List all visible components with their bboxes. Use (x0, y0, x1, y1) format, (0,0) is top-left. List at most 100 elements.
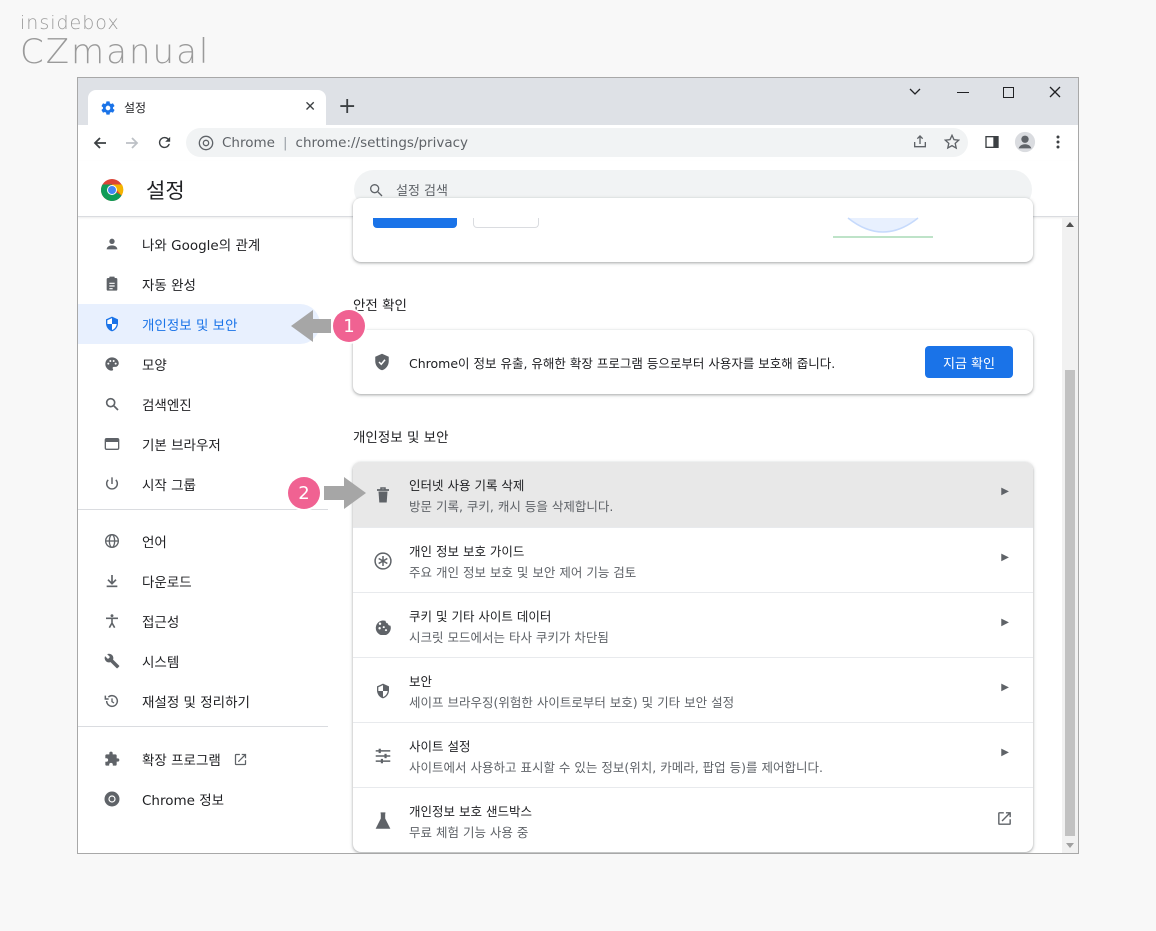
row-title: 보안 (409, 674, 433, 689)
sidebar-item-privacy-security[interactable]: 개인정보 및 보안 (78, 304, 320, 344)
row-subtitle: 방문 기록, 쿠키, 캐시 등을 삭제합니다. (409, 499, 614, 514)
watermark-line2: CZmanual (20, 32, 211, 72)
sidebar-item-label: 확장 프로그램 (142, 753, 221, 769)
close-window-icon[interactable] (1049, 86, 1061, 98)
sidebar-item-you-and-google[interactable]: 나와 Google의 관계 (78, 224, 320, 264)
shield-icon (373, 681, 393, 701)
chevron-right-icon: ▶ (1001, 617, 1009, 628)
tab-search-icon[interactable] (909, 88, 921, 96)
sidebar-divider (78, 509, 328, 510)
annotation-badge-2: 2 (288, 477, 320, 509)
open-in-new-icon[interactable] (996, 810, 1013, 827)
privacy-row-cookies[interactable]: 쿠키 및 기타 사이트 데이터 시크릿 모드에서는 타사 쿠키가 차단됨 ▶ (353, 592, 1033, 657)
row-subtitle: 세이프 브라우징(위험한 사이트로부터 보호) 및 기타 보안 설정 (409, 695, 735, 710)
annotation-badge-1: 1 (333, 310, 365, 342)
sidebar-item-label: 언어 (142, 535, 167, 551)
sidebar-item-autofill[interactable]: 자동 완성 (78, 264, 320, 304)
privacy-row-sandbox[interactable]: 개인정보 보호 샌드박스 무료 체험 기능 사용 중 (353, 787, 1033, 852)
download-icon (102, 571, 122, 591)
tab-settings[interactable]: 설정 ✕ (88, 90, 326, 125)
sidebar-item-reset[interactable]: 재설정 및 정리하기 (78, 681, 320, 721)
sidebar-item-accessibility[interactable]: 접근성 (78, 601, 320, 641)
row-title: 인터넷 사용 기록 삭제 (409, 478, 525, 493)
back-icon[interactable] (92, 135, 108, 151)
page-title: 설정 (146, 179, 185, 203)
sidebar-item-extensions[interactable]: 확장 프로그램 (78, 739, 320, 779)
search-placeholder: 설정 검색 (396, 184, 448, 199)
chrome-site-icon (198, 135, 214, 150)
sidebar-item-label: 검색엔진 (142, 398, 192, 414)
row-title: 사이트 설정 (409, 739, 471, 754)
accessibility-icon (102, 611, 122, 631)
chevron-right-icon: ▶ (1001, 747, 1009, 758)
sidebar-item-label: 모양 (142, 358, 167, 374)
tab-close-icon[interactable]: ✕ (304, 99, 316, 115)
sidebar-item-system[interactable]: 시스템 (78, 641, 320, 681)
tune-icon (373, 746, 393, 766)
sidebar-item-label: 재설정 및 정리하기 (142, 695, 250, 711)
search-icon (370, 183, 383, 196)
bookmark-star-icon[interactable] (944, 134, 960, 150)
toolbar: Chrome | chrome://settings/privacy (78, 125, 1078, 161)
sidebar-item-search-engine[interactable]: 검색엔진 (78, 384, 320, 424)
sidebar-item-label: 다운로드 (142, 575, 192, 591)
chrome-logo-icon (101, 179, 124, 201)
safety-check-description: Chrome이 정보 유출, 유해한 확장 프로그램 등으로부터 사용자를 보호… (409, 356, 836, 371)
profile-avatar[interactable] (1014, 131, 1036, 153)
side-panel-icon[interactable] (984, 134, 1000, 150)
privacy-row-privacy-guide[interactable]: 개인 정보 보호 가이드 주요 개인 정보 보호 및 보안 제어 기능 검토 ▶ (353, 527, 1033, 592)
scroll-down-arrow[interactable] (1066, 843, 1074, 848)
sidebar-divider (78, 726, 328, 727)
sidebar-item-on-startup[interactable]: 시작 그룹 (78, 464, 320, 504)
sidebar-item-languages[interactable]: 언어 (78, 521, 320, 561)
sidebar-item-label: Chrome 정보 (142, 793, 225, 809)
cookie-icon (373, 616, 393, 636)
title-bar: 설정 ✕ + (78, 78, 1078, 125)
flask-icon (373, 811, 393, 831)
main-content: 안전 확인 Chrome이 정보 유출, 유해한 확장 프로그램 등으로부터 사… (328, 198, 1062, 853)
sidebar-item-label: 기본 브라우저 (142, 438, 221, 454)
palette-icon (102, 354, 122, 374)
check-now-button[interactable]: 지금 확인 (925, 346, 1013, 378)
privacy-row-security[interactable]: 보안 세이프 브라우징(위험한 사이트로부터 보호) 및 기타 보안 설정 ▶ (353, 657, 1033, 722)
sidebar-item-default-browser[interactable]: 기본 브라우저 (78, 424, 320, 464)
row-subtitle: 주요 개인 정보 보호 및 보안 제어 기능 검토 (409, 565, 637, 580)
scroll-up-arrow[interactable] (1066, 222, 1074, 227)
sidebar-item-appearance[interactable]: 모양 (78, 344, 320, 384)
previous-card (353, 198, 1033, 262)
new-tab-button[interactable]: + (338, 94, 356, 119)
safety-check-title: 안전 확인 (353, 298, 407, 314)
url-text: chrome://settings/privacy (295, 134, 469, 151)
maximize-icon[interactable] (1003, 87, 1014, 98)
scrollbar[interactable] (1062, 218, 1078, 853)
minimize-icon[interactable] (957, 92, 969, 93)
privacy-row-site-settings[interactable]: 사이트 설정 사이트에서 사용하고 표시할 수 있는 정보(위치, 카메라, 팝… (353, 722, 1033, 787)
forward-icon[interactable] (124, 135, 140, 151)
annotation-arrow-1 (291, 310, 331, 342)
previous-card-secondary-button[interactable] (473, 218, 539, 228)
row-title: 개인 정보 보호 가이드 (409, 544, 525, 559)
guide-icon (373, 551, 393, 571)
previous-card-button[interactable] (373, 218, 457, 228)
wrench-icon (102, 651, 122, 671)
safety-check-card: Chrome이 정보 유출, 유해한 확장 프로그램 등으로부터 사용자를 보호… (353, 330, 1033, 394)
privacy-row-clear-browsing-data[interactable]: 인터넷 사용 기록 삭제 방문 기록, 쿠키, 캐시 등을 삭제합니다. ▶ (353, 462, 1033, 527)
shield-illustration (833, 217, 933, 238)
browser-icon (102, 434, 122, 454)
gear-icon (101, 100, 115, 115)
reload-icon[interactable] (156, 134, 173, 151)
sidebar-item-label: 나와 Google의 관계 (142, 238, 261, 254)
privacy-card: 인터넷 사용 기록 삭제 방문 기록, 쿠키, 캐시 등을 삭제합니다. ▶ 개… (353, 462, 1033, 852)
sidebar-item-about-chrome[interactable]: Chrome 정보 (78, 779, 320, 819)
tab-title: 설정 (124, 101, 147, 115)
scrollbar-thumb[interactable] (1065, 370, 1075, 836)
sidebar-item-downloads[interactable]: 다운로드 (78, 561, 320, 601)
watermark-line1: insidebox (20, 12, 120, 34)
share-icon[interactable] (912, 134, 928, 150)
more-menu-icon[interactable] (1050, 134, 1066, 150)
power-icon (102, 474, 122, 494)
row-subtitle: 시크릿 모드에서는 타사 쿠키가 차단됨 (409, 630, 609, 645)
address-bar[interactable]: Chrome | chrome://settings/privacy (186, 128, 968, 157)
chevron-right-icon: ▶ (1001, 486, 1009, 497)
chevron-right-icon: ▶ (1001, 552, 1009, 563)
